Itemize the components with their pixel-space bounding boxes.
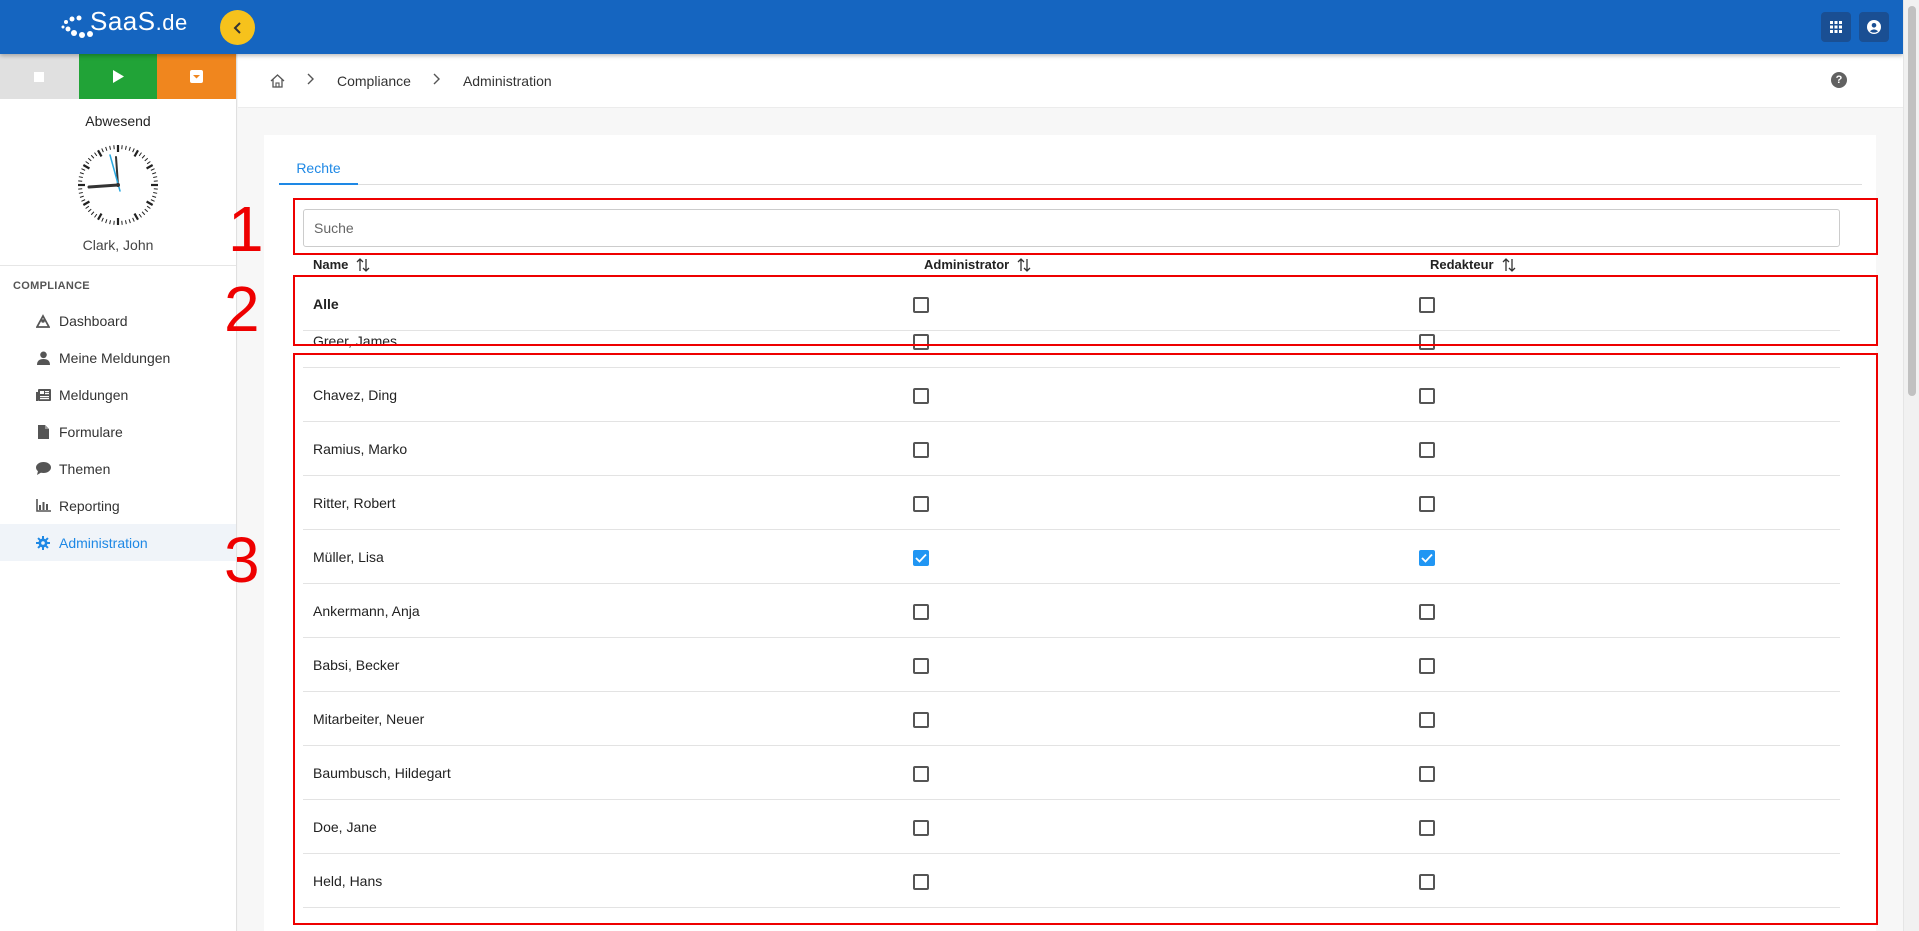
apps-button[interactable] — [1821, 12, 1851, 42]
sidebar-item-themen[interactable]: Themen — [0, 450, 236, 487]
presence-status: Abwesend — [85, 113, 151, 129]
help-icon[interactable]: ? — [1831, 72, 1847, 88]
annotation-label-3: 3 — [224, 524, 260, 596]
sidebar-item-label: Administration — [59, 534, 148, 551]
column-header-redakteur[interactable]: Redakteur — [1430, 257, 1516, 272]
sidebar: Abwesend Clark, John COMPLIANCE Dashboar… — [0, 54, 237, 931]
chevron-left-icon — [233, 21, 241, 34]
top-bar: SaaS.de — [0, 0, 1903, 54]
stop-button[interactable] — [0, 54, 79, 99]
sidebar-item-label: Meldungen — [59, 386, 129, 403]
tab-rechte[interactable]: Rechte — [279, 153, 358, 185]
sidebar-item-label: Dashboard — [59, 312, 128, 329]
column-header-label: Name — [313, 257, 349, 272]
home-icon[interactable] — [270, 73, 285, 88]
file-icon — [35, 424, 51, 440]
sidebar-item-label: Meine Meldungen — [59, 349, 171, 366]
sidebar-item-label: Formulare — [59, 423, 123, 440]
account-circle-icon — [1867, 20, 1881, 34]
analog-clock-icon — [77, 144, 159, 226]
time-tracking-buttons — [0, 54, 237, 99]
dropdown-icon — [190, 70, 204, 83]
sidebar-item-label: Reporting — [59, 497, 120, 514]
sidebar-item-label: Themen — [59, 460, 111, 477]
play-button[interactable] — [78, 54, 158, 99]
column-header-name[interactable]: Name — [313, 257, 370, 272]
sort-icon[interactable] — [1017, 257, 1031, 272]
annotation-label-1: 1 — [228, 193, 264, 265]
sort-icon[interactable] — [356, 257, 370, 272]
main-content: Compliance Administration ? Rechte Name … — [224, 54, 1903, 931]
sidebar-item-administration[interactable]: Administration — [0, 524, 236, 561]
annotation-box-2 — [293, 275, 1878, 346]
breadcrumb-administration[interactable]: Administration — [463, 73, 552, 89]
account-button[interactable] — [1859, 12, 1889, 42]
sidebar-item-reporting[interactable]: Reporting — [0, 487, 236, 524]
sort-icon[interactable] — [1502, 257, 1516, 272]
dashboard-icon — [35, 313, 51, 329]
breadcrumb-compliance[interactable]: Compliance — [337, 73, 411, 89]
annotation-box-3 — [293, 353, 1878, 925]
saas-logo[interactable]: SaaS.de — [60, 6, 190, 46]
tab-bar: Rechte — [279, 153, 1862, 185]
newspaper-icon — [35, 387, 51, 403]
chevron-right-icon — [433, 72, 441, 90]
person-icon — [35, 350, 51, 366]
breadcrumb: Compliance Administration ? — [238, 54, 1903, 108]
chart-icon — [35, 498, 51, 514]
sidebar-item-meldungen[interactable]: Meldungen — [0, 376, 236, 413]
collapse-sidebar-button[interactable] — [220, 10, 255, 45]
status-dropdown-button[interactable] — [157, 54, 237, 99]
stop-icon — [34, 71, 45, 82]
annotation-label-2: 2 — [224, 273, 260, 345]
annotation-box-1 — [293, 198, 1878, 255]
table-header: Name Administrator Redakteur — [313, 255, 1833, 277]
apps-grid-icon — [1830, 21, 1842, 33]
column-header-label: Administrator — [924, 257, 1010, 272]
column-header-administrator[interactable]: Administrator — [924, 257, 1031, 272]
logo-name: SaaS — [90, 6, 156, 36]
section-title: COMPLIANCE — [13, 280, 90, 292]
sidebar-item-dashboard[interactable]: Dashboard — [0, 302, 236, 339]
sidebar-item-formulare[interactable]: Formulare — [0, 413, 236, 450]
scrollbar-thumb[interactable] — [1908, 6, 1916, 396]
page-scrollbar[interactable] — [1903, 0, 1919, 931]
chevron-right-icon — [307, 72, 315, 90]
column-header-label: Redakteur — [1430, 257, 1494, 272]
gear-icon — [35, 535, 51, 551]
sidebar-item-meine-meldungen[interactable]: Meine Meldungen — [0, 339, 236, 376]
sidebar-divider — [0, 265, 236, 266]
logo-suffix: .de — [155, 10, 188, 35]
user-name: Clark, John — [82, 237, 154, 253]
logo-text: SaaS.de — [90, 6, 188, 37]
play-icon — [113, 70, 124, 83]
comment-icon — [35, 461, 51, 477]
